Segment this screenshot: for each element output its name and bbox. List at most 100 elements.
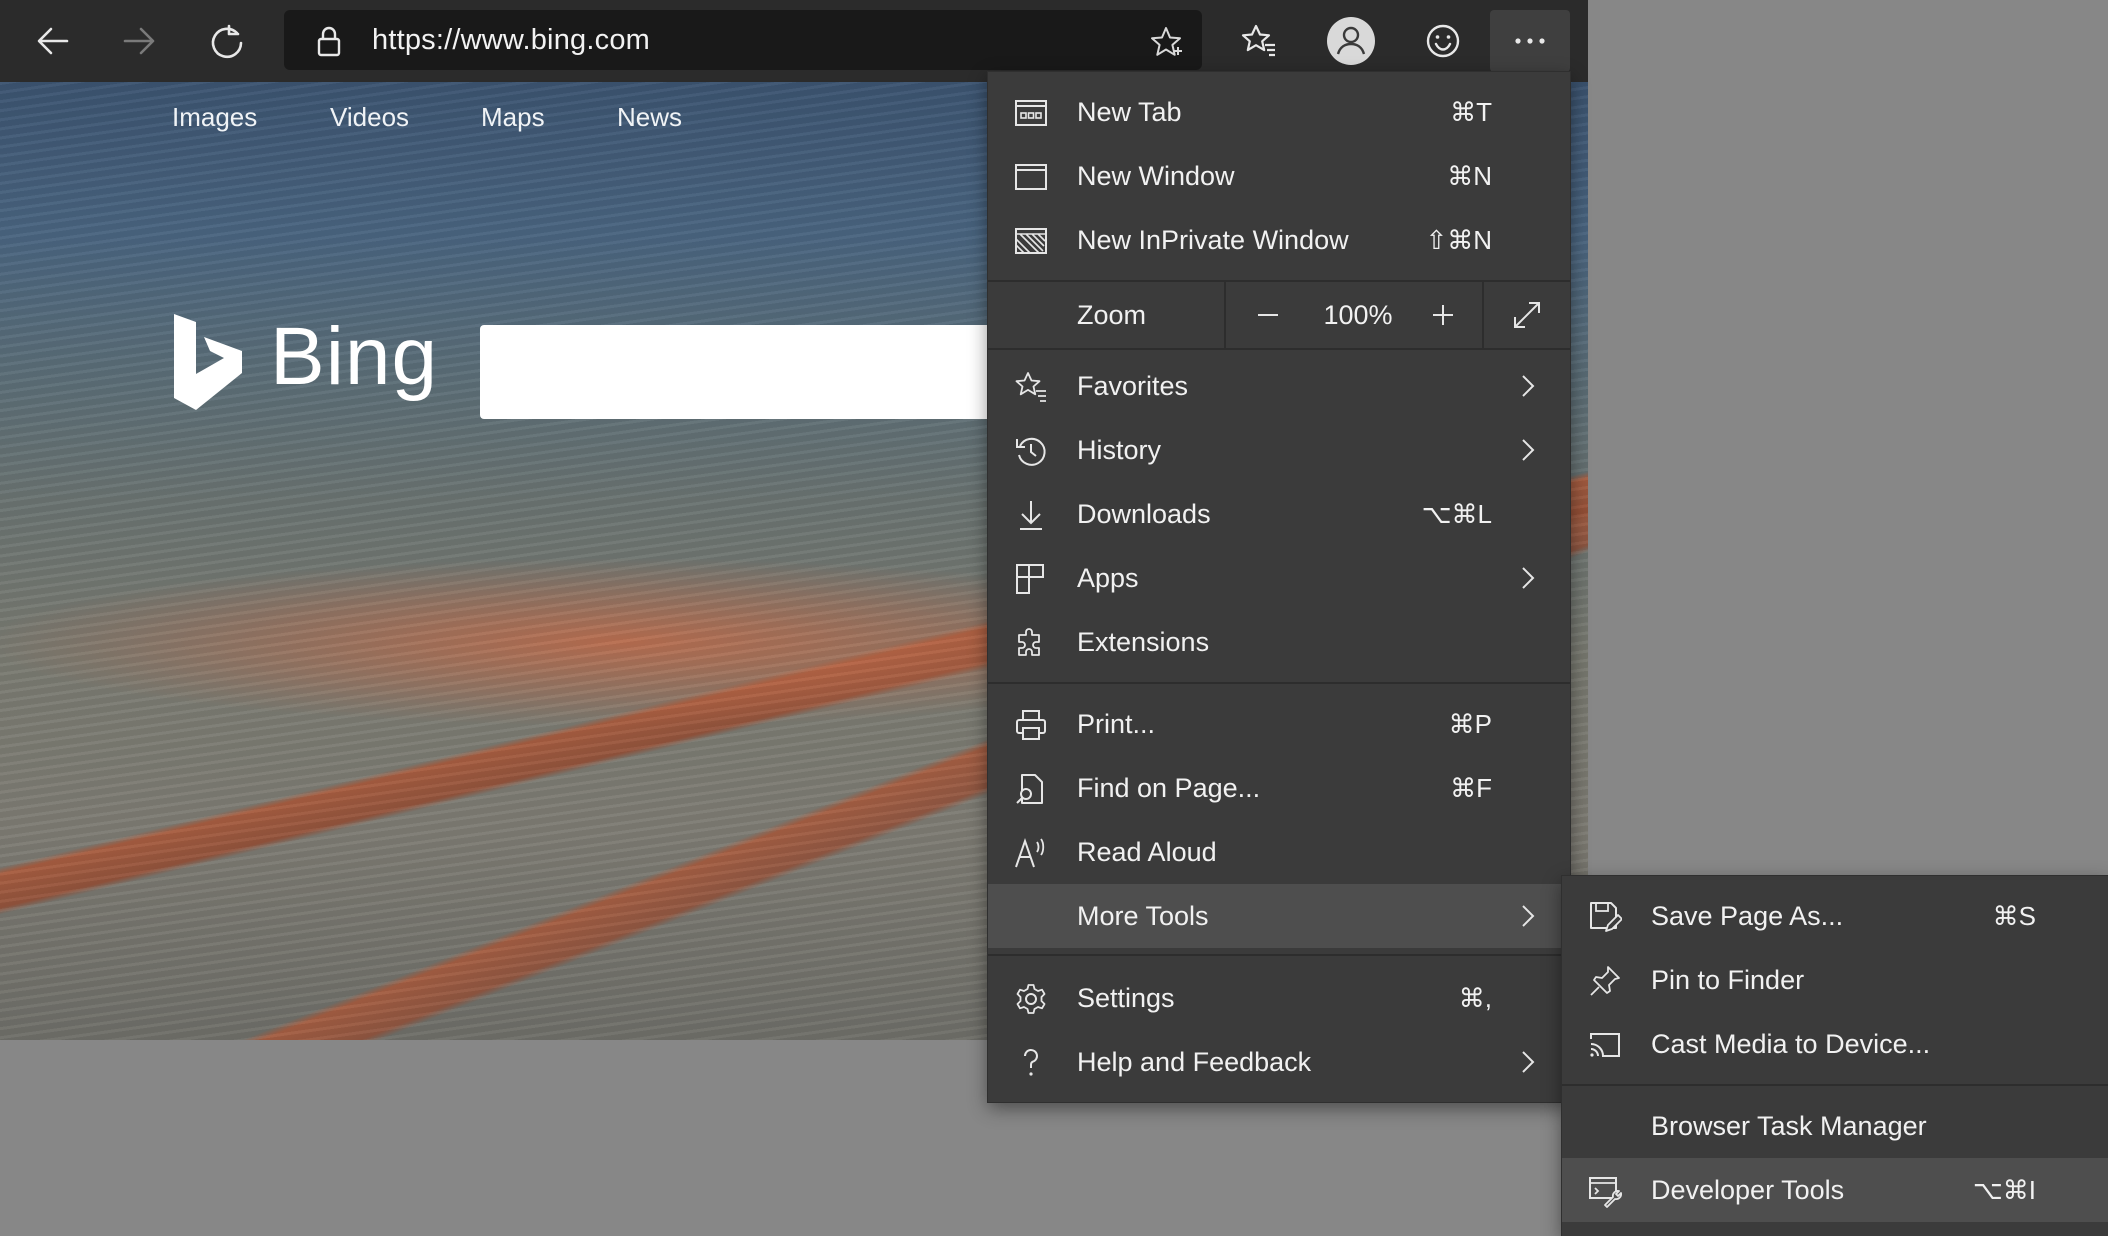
inprivate-icon: [1014, 224, 1048, 258]
zoom-divider: [1224, 282, 1226, 348]
nav-link-videos[interactable]: Videos: [330, 102, 409, 133]
menu-item-new-inprivate-window[interactable]: New InPrivate Window ⇧⌘N: [988, 208, 1570, 272]
menu-separator: [1562, 1084, 2108, 1086]
apps-icon: [1014, 562, 1048, 596]
menu-item-read-aloud[interactable]: Read Aloud: [988, 820, 1570, 884]
help-icon: [1014, 1046, 1048, 1080]
nav-link-images[interactable]: Images: [172, 102, 257, 133]
menu-item-favorites[interactable]: Favorites: [988, 354, 1570, 418]
add-favorite-icon[interactable]: [1148, 24, 1184, 65]
zoom-in-button[interactable]: [1408, 282, 1478, 348]
menu-item-label: New Window: [1077, 161, 1235, 191]
menu-separator: [988, 348, 1570, 350]
zoom-row: Zoom 100%: [988, 282, 1570, 348]
menu-item-more-tools[interactable]: More Tools: [988, 884, 1570, 948]
print-icon: [1014, 708, 1048, 742]
menu-item-label: Pin to Finder: [1651, 965, 1805, 995]
settings-icon: [1014, 982, 1048, 1016]
submenu-item-cast-media[interactable]: Cast Media to Device...: [1562, 1012, 2108, 1076]
shortcut: ⇧⌘N: [1425, 225, 1492, 255]
menu-item-new-window[interactable]: New Window ⌘N: [988, 144, 1570, 208]
menu-item-find-on-page[interactable]: Find on Page... ⌘F: [988, 756, 1570, 820]
url-text[interactable]: https://www.bing.com: [372, 10, 650, 70]
feedback-icon[interactable]: [1412, 10, 1474, 72]
menu-item-label: Apps: [1077, 563, 1139, 593]
nav-link-news[interactable]: News: [617, 102, 682, 133]
save-page-icon: [1588, 900, 1623, 934]
menu-item-new-tab[interactable]: New Tab ⌘T: [988, 80, 1570, 144]
menu-item-label: Favorites: [1077, 371, 1189, 401]
submenu-item-save-page-as[interactable]: Save Page As... ⌘S: [1562, 884, 2108, 948]
menu-item-label: New InPrivate Window: [1077, 225, 1349, 255]
menu-item-downloads[interactable]: Downloads ⌥⌘L: [988, 482, 1570, 546]
shortcut: ⌘N: [1447, 161, 1492, 191]
pin-icon: [1588, 964, 1622, 998]
extensions-icon: [1014, 626, 1048, 660]
shortcut: ⌘F: [1450, 773, 1492, 803]
menu-item-label: Save Page As...: [1651, 901, 1844, 931]
profile-icon[interactable]: [1320, 10, 1382, 72]
more-tools-submenu: Save Page As... ⌘S Pin to Finder Cast Me…: [1562, 876, 2108, 1236]
menu-item-label: Extensions: [1077, 627, 1210, 657]
menu-item-label: Read Aloud: [1077, 837, 1217, 867]
lock-icon: [312, 24, 346, 63]
menu-item-label: Find on Page...: [1077, 773, 1261, 803]
submenu-item-pin-to-finder[interactable]: Pin to Finder: [1562, 948, 2108, 1012]
submenu-item-developer-tools[interactable]: Developer Tools ⌥⌘I: [1562, 1158, 2108, 1222]
chevron-right-icon: [1520, 374, 1536, 398]
menu-item-extensions[interactable]: Extensions: [988, 610, 1570, 674]
shortcut: ⌘P: [1448, 709, 1492, 739]
menu-item-label: More Tools: [1077, 901, 1209, 931]
bing-brand-text: Bing: [270, 311, 439, 402]
favorites-icon: [1014, 370, 1048, 404]
menu-item-apps[interactable]: Apps: [988, 546, 1570, 610]
back-icon[interactable]: [22, 10, 84, 72]
browser-toolbar: https://www.bing.com: [0, 0, 1588, 82]
favorites-icon[interactable]: [1228, 10, 1290, 72]
bing-logo-icon[interactable]: [172, 312, 248, 417]
download-icon: [1014, 498, 1048, 532]
forward-icon[interactable]: [108, 10, 170, 72]
menu-separator: [988, 954, 1570, 956]
menu-item-label: New Tab: [1077, 97, 1182, 127]
new-window-icon: [1014, 160, 1048, 194]
menu-item-label: Help and Feedback: [1077, 1047, 1312, 1077]
shortcut: ⌘,: [1458, 983, 1492, 1013]
menu-item-label: Settings: [1077, 983, 1175, 1013]
menu-item-print[interactable]: Print... ⌘P: [988, 692, 1570, 756]
more-icon[interactable]: [1490, 10, 1570, 72]
new-tab-icon: [1014, 96, 1048, 130]
refresh-icon[interactable]: [196, 10, 258, 72]
shortcut: ⌘S: [1992, 901, 2036, 931]
developer-tools-icon: [1588, 1174, 1622, 1208]
chevron-right-icon: [1520, 438, 1536, 462]
zoom-value: 100%: [1323, 299, 1393, 330]
shortcut: ⌘T: [1450, 97, 1492, 127]
menu-item-history[interactable]: History: [988, 418, 1570, 482]
menu-item-label: History: [1077, 435, 1162, 465]
menu-item-settings[interactable]: Settings ⌘,: [988, 966, 1570, 1030]
find-icon: [1014, 772, 1048, 806]
fullscreen-icon[interactable]: [1484, 282, 1570, 348]
menu-item-label: Developer Tools: [1651, 1175, 1845, 1205]
address-bar[interactable]: https://www.bing.com: [284, 10, 1202, 70]
settings-menu: New Tab ⌘T New Window ⌘N New InPrivate W…: [988, 72, 1570, 1102]
shortcut: ⌥⌘I: [1972, 1175, 2036, 1205]
zoom-out-button[interactable]: [1228, 282, 1308, 348]
history-icon: [1014, 434, 1048, 468]
chevron-right-icon: [1520, 904, 1536, 928]
menu-item-label: Print...: [1077, 709, 1156, 739]
menu-item-label: Cast Media to Device...: [1651, 1029, 1931, 1059]
cast-icon: [1588, 1028, 1622, 1062]
chevron-right-icon: [1520, 566, 1536, 590]
menu-item-help-and-feedback[interactable]: Help and Feedback: [988, 1030, 1570, 1094]
submenu-item-browser-task-manager[interactable]: Browser Task Manager: [1562, 1094, 2108, 1158]
zoom-label: Zoom: [1077, 300, 1147, 330]
shortcut: ⌥⌘L: [1421, 499, 1492, 529]
menu-item-label: Downloads: [1077, 499, 1211, 529]
chevron-right-icon: [1520, 1050, 1536, 1074]
nav-link-maps[interactable]: Maps: [481, 102, 545, 133]
read-aloud-icon: [1014, 836, 1048, 870]
menu-separator: [988, 682, 1570, 684]
menu-item-label: Browser Task Manager: [1651, 1111, 1927, 1141]
